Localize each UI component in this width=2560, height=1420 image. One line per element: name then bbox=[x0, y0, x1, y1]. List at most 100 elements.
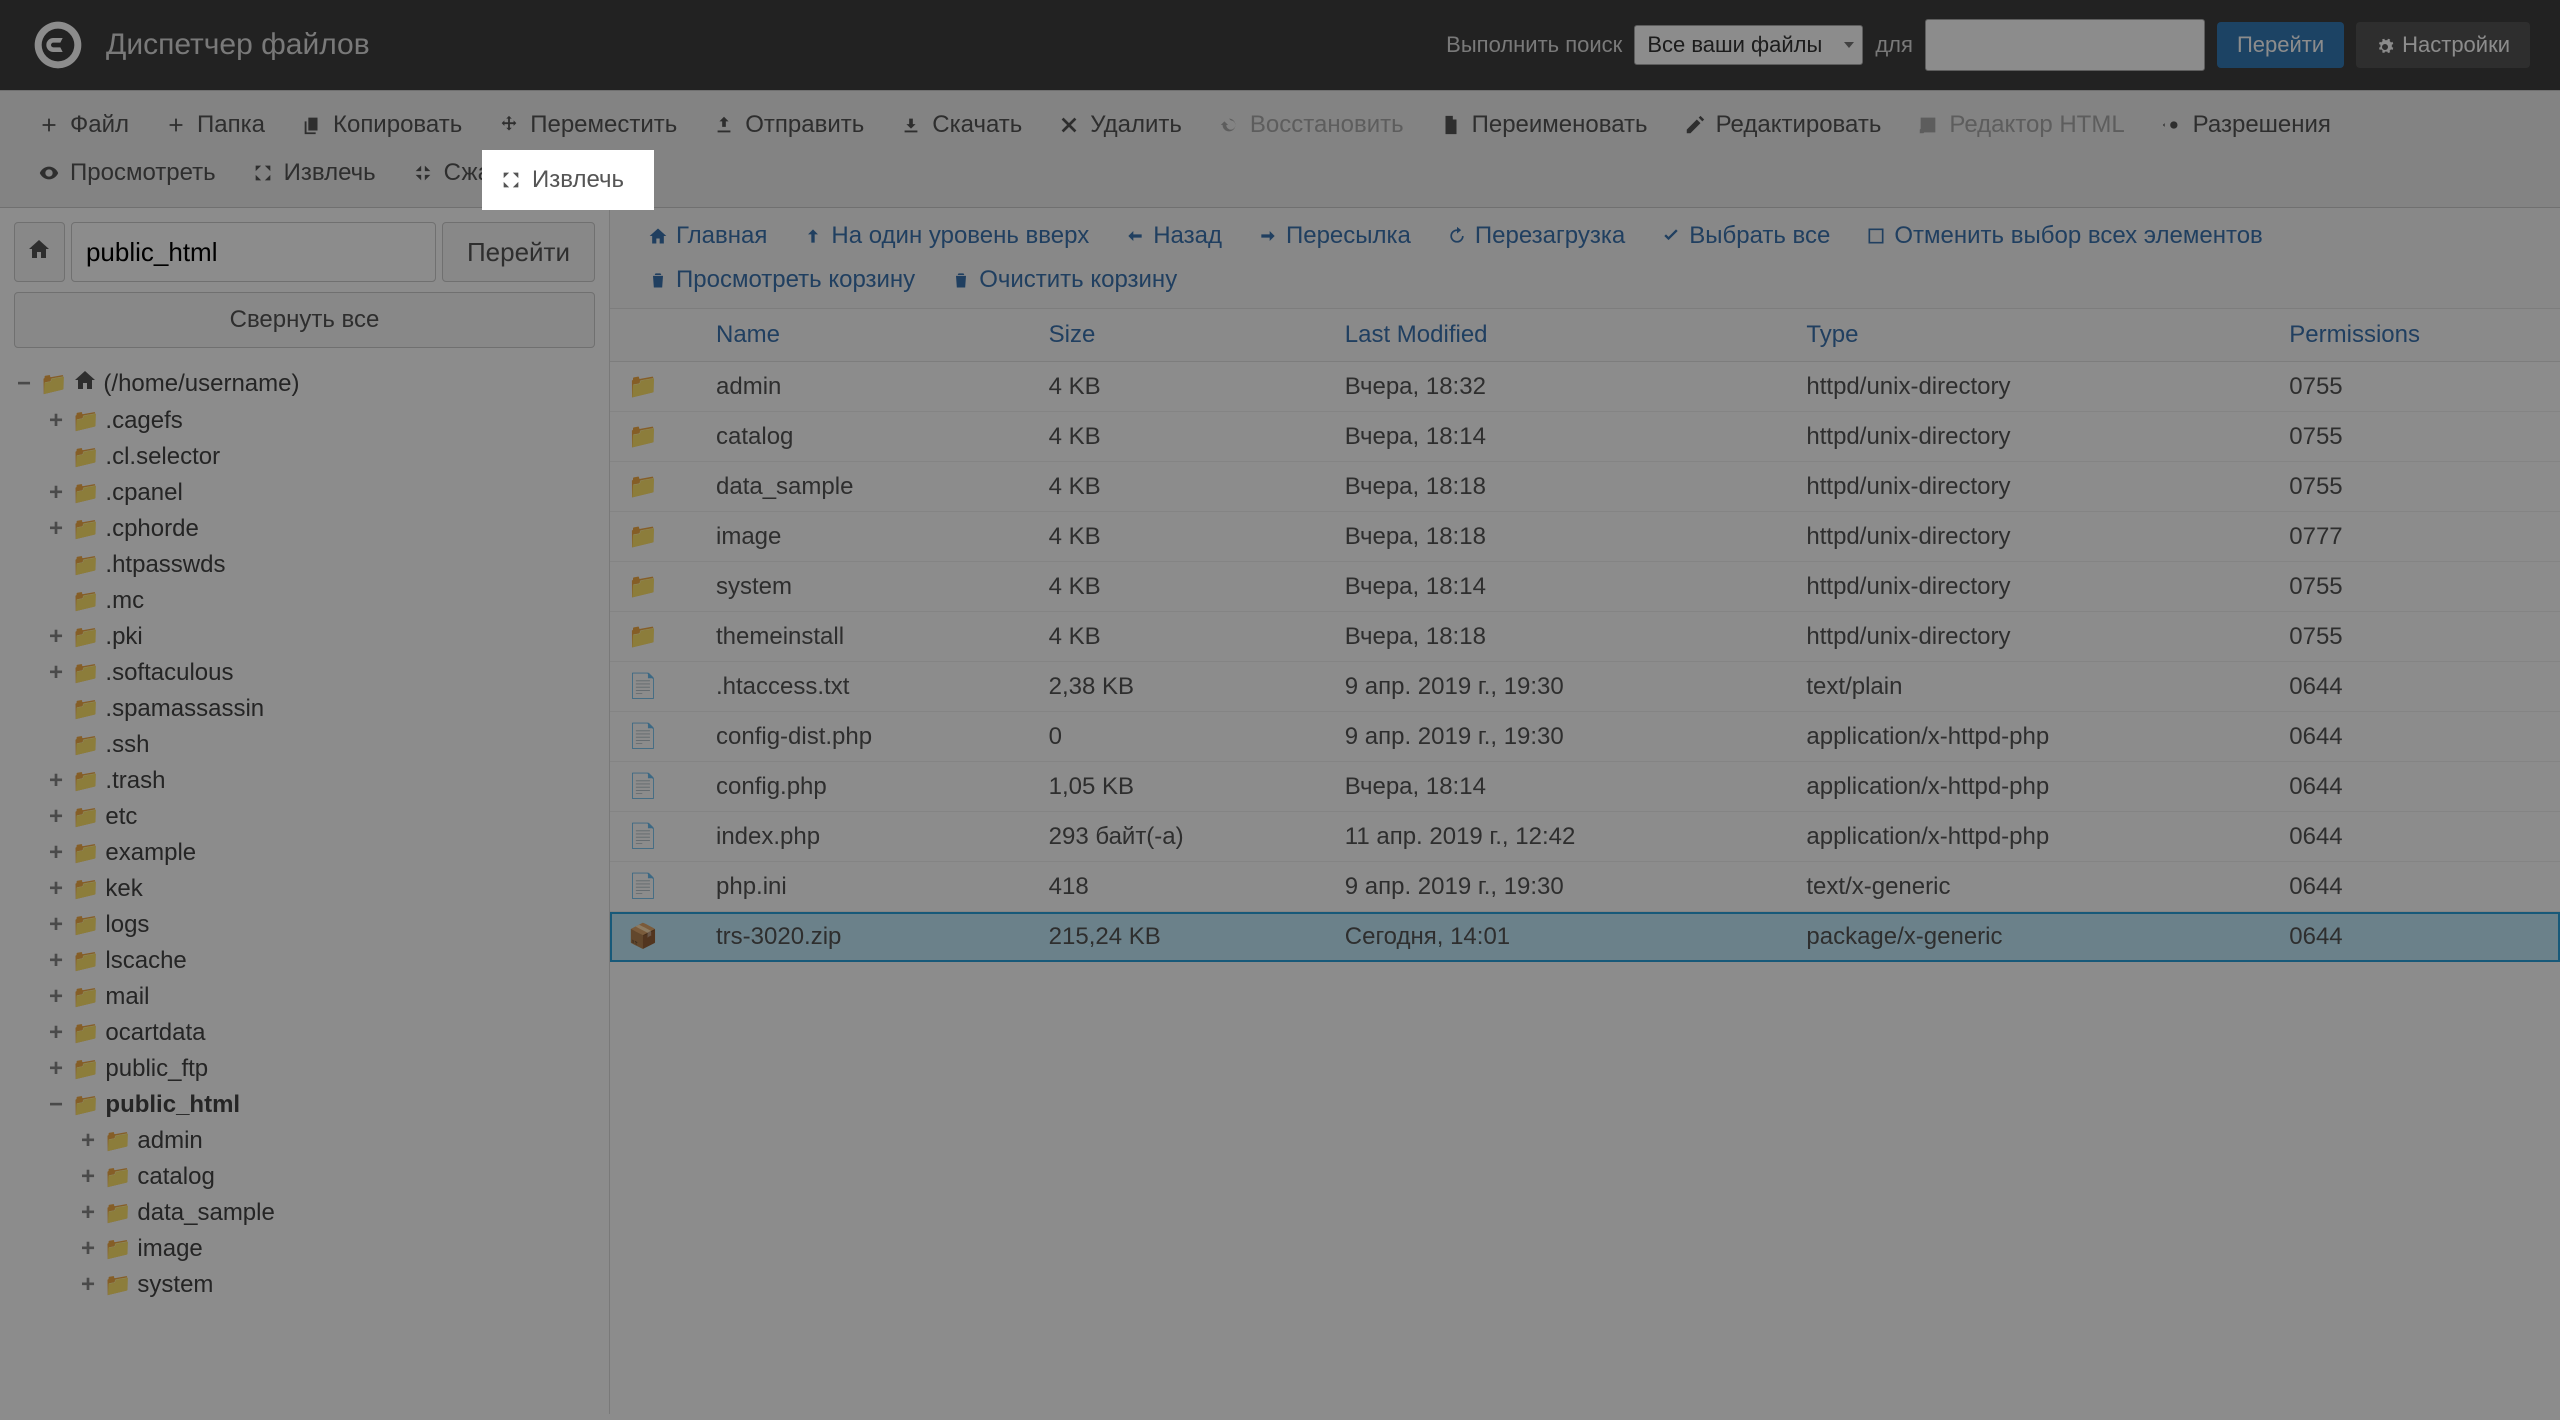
search-go-button[interactable]: Перейти bbox=[2217, 22, 2344, 68]
view-button[interactable]: Просмотреть bbox=[20, 149, 234, 197]
php-icon: 📄 bbox=[628, 772, 656, 801]
tree-item[interactable]: +📁image bbox=[14, 1231, 595, 1267]
tree-item[interactable]: +📁ocartdata bbox=[14, 1015, 595, 1051]
tree-item[interactable]: +📁.cphorde bbox=[14, 511, 595, 547]
move-button[interactable]: Переместить bbox=[480, 101, 695, 149]
tree-item[interactable]: +📁mail bbox=[14, 979, 595, 1015]
tree-item[interactable]: +📁admin bbox=[14, 1123, 595, 1159]
toggle-icon[interactable]: + bbox=[46, 767, 66, 795]
table-row[interactable]: 📁data_sample4 KBВчера, 18:18httpd/unix-d… bbox=[610, 462, 2560, 512]
tree-item[interactable]: +📁lscache bbox=[14, 943, 595, 979]
tree-item[interactable]: +📁data_sample bbox=[14, 1195, 595, 1231]
toggle-icon[interactable]: + bbox=[78, 1271, 98, 1299]
tree-item[interactable]: +📁.trash bbox=[14, 763, 595, 799]
toggle-icon[interactable]: + bbox=[46, 623, 66, 651]
toggle-icon[interactable]: + bbox=[46, 1019, 66, 1047]
tree-item[interactable]: +📁.softaculous bbox=[14, 655, 595, 691]
table-row[interactable]: 📄.htaccess.txt2,38 KB9 апр. 2019 г., 19:… bbox=[610, 662, 2560, 712]
tree-item[interactable]: −📁public_html bbox=[14, 1087, 595, 1123]
upload-button[interactable]: Отправить bbox=[695, 101, 882, 149]
tree-item[interactable]: 📁.spamassassin bbox=[14, 691, 595, 727]
tree-item[interactable]: +📁.cpanel bbox=[14, 475, 595, 511]
toggle-icon[interactable]: + bbox=[46, 1055, 66, 1083]
action-bar: Главная На один уровень вверх Назад Пере… bbox=[610, 208, 2560, 309]
rename-button[interactable]: Переименовать bbox=[1422, 101, 1666, 149]
settings-button[interactable]: Настройки bbox=[2356, 22, 2530, 68]
col-modified[interactable]: Last Modified bbox=[1327, 309, 1789, 362]
nav-up[interactable]: На один уровень вверх bbox=[785, 214, 1107, 258]
html-editor-button[interactable]: Редактор HTML bbox=[1899, 101, 2142, 149]
table-row[interactable]: 📁themeinstall4 KBВчера, 18:18httpd/unix-… bbox=[610, 612, 2560, 662]
table-row[interactable]: 📄php.ini4189 апр. 2019 г., 19:30text/x-g… bbox=[610, 862, 2560, 912]
toggle-icon[interactable]: + bbox=[46, 947, 66, 975]
tree-item[interactable]: +📁kek bbox=[14, 871, 595, 907]
extract-button[interactable]: Извлечь bbox=[234, 149, 394, 197]
tree-item[interactable]: 📁.ssh bbox=[14, 727, 595, 763]
home-button[interactable] bbox=[14, 222, 65, 282]
tree-item[interactable]: 📁.mc bbox=[14, 583, 595, 619]
deselect-all[interactable]: Отменить выбор всех элементов bbox=[1848, 214, 2280, 258]
toggle-icon[interactable]: + bbox=[46, 983, 66, 1011]
collapse-all-button[interactable]: Свернуть все bbox=[14, 292, 595, 348]
toggle-icon[interactable]: − bbox=[46, 1091, 66, 1119]
col-perms[interactable]: Permissions bbox=[2271, 309, 2560, 362]
toggle-icon[interactable]: + bbox=[46, 659, 66, 687]
table-row[interactable]: 📄index.php293 байт(-а)11 апр. 2019 г., 1… bbox=[610, 812, 2560, 862]
tree-item[interactable]: +📁example bbox=[14, 835, 595, 871]
tree-item[interactable]: +📁logs bbox=[14, 907, 595, 943]
search-scope-select[interactable]: Все ваши файлы bbox=[1634, 25, 1863, 65]
new-folder-button[interactable]: Папка bbox=[147, 101, 283, 149]
permissions-button[interactable]: Разрешения bbox=[2143, 101, 2349, 149]
new-file-button[interactable]: Файл bbox=[20, 101, 147, 149]
toggle-icon[interactable]: + bbox=[46, 803, 66, 831]
toggle-icon[interactable]: + bbox=[46, 407, 66, 435]
select-all[interactable]: Выбрать все bbox=[1643, 214, 1848, 258]
col-size[interactable]: Size bbox=[1031, 309, 1327, 362]
table-row[interactable]: 📄config.php1,05 KBВчера, 18:14applicatio… bbox=[610, 762, 2560, 812]
table-row[interactable]: 📦trs-3020.zip215,24 KBСегодня, 14:01pack… bbox=[610, 912, 2560, 962]
tree-root[interactable]: − 📁 (/home/username) bbox=[14, 364, 595, 403]
collapse-icon[interactable]: − bbox=[14, 370, 34, 398]
folder-icon: 📁 bbox=[72, 912, 99, 938]
nav-home[interactable]: Главная bbox=[630, 214, 785, 258]
nav-reload[interactable]: Перезагрузка bbox=[1429, 214, 1643, 258]
tree-item[interactable]: 📁.cl.selector bbox=[14, 439, 595, 475]
search-input[interactable] bbox=[1925, 19, 2205, 71]
nav-back[interactable]: Назад bbox=[1107, 214, 1240, 258]
view-trash[interactable]: Просмотреть корзину bbox=[630, 258, 933, 302]
tree-item[interactable]: +📁.pki bbox=[14, 619, 595, 655]
tree-item[interactable]: 📁.htpasswds bbox=[14, 547, 595, 583]
table-row[interactable]: 📁system4 KBВчера, 18:14httpd/unix-direct… bbox=[610, 562, 2560, 612]
path-input[interactable] bbox=[71, 222, 436, 282]
tree-item[interactable]: +📁public_ftp bbox=[14, 1051, 595, 1087]
table-row[interactable]: 📁catalog4 KBВчера, 18:14httpd/unix-direc… bbox=[610, 412, 2560, 462]
table-row[interactable]: 📁admin4 KBВчера, 18:32httpd/unix-directo… bbox=[610, 362, 2560, 412]
table-row[interactable]: 📄config-dist.php09 апр. 2019 г., 19:30ap… bbox=[610, 712, 2560, 762]
toggle-icon[interactable]: + bbox=[46, 911, 66, 939]
download-button[interactable]: Скачать bbox=[882, 101, 1040, 149]
path-go-button[interactable]: Перейти bbox=[442, 222, 595, 282]
tree-item[interactable]: +📁.cagefs bbox=[14, 403, 595, 439]
toggle-icon[interactable]: + bbox=[46, 875, 66, 903]
toggle-icon[interactable]: + bbox=[78, 1163, 98, 1191]
copy-button[interactable]: Копировать bbox=[283, 101, 480, 149]
nav-forward[interactable]: Пересылка bbox=[1240, 214, 1429, 258]
toggle-icon[interactable]: + bbox=[46, 839, 66, 867]
toggle-icon[interactable]: + bbox=[78, 1199, 98, 1227]
toggle-icon[interactable]: + bbox=[78, 1235, 98, 1263]
table-row[interactable]: 📁image4 KBВчера, 18:18httpd/unix-directo… bbox=[610, 512, 2560, 562]
toggle-icon[interactable]: + bbox=[46, 515, 66, 543]
col-type[interactable]: Type bbox=[1788, 309, 2271, 362]
arrow-right-icon bbox=[1258, 226, 1278, 246]
delete-button[interactable]: Удалить bbox=[1040, 101, 1200, 149]
restore-button[interactable]: Восстановить bbox=[1200, 101, 1422, 149]
extract-highlight[interactable]: Извлечь bbox=[482, 150, 654, 210]
tree-item[interactable]: +📁system bbox=[14, 1267, 595, 1303]
tree-item[interactable]: +📁catalog bbox=[14, 1159, 595, 1195]
toggle-icon[interactable]: + bbox=[46, 479, 66, 507]
toggle-icon[interactable]: + bbox=[78, 1127, 98, 1155]
edit-button[interactable]: Редактировать bbox=[1666, 101, 1900, 149]
empty-trash[interactable]: Очистить корзину bbox=[933, 258, 1195, 302]
tree-item[interactable]: +📁etc bbox=[14, 799, 595, 835]
col-name[interactable]: Name bbox=[698, 309, 1031, 362]
